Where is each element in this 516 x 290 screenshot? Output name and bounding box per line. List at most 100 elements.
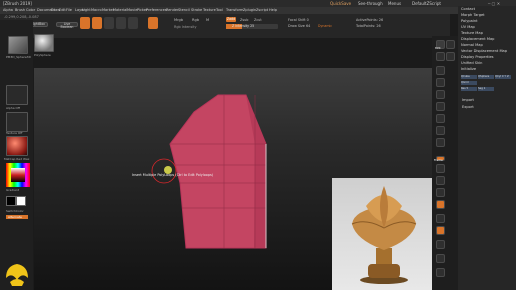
draw-button[interactable] <box>92 17 102 29</box>
subpalette-initialize[interactable]: Initialize <box>461 67 476 71</box>
menu-item-zplugin[interactable]: Zplugin <box>243 8 256 12</box>
quicksave-button[interactable]: QuickSave <box>330 1 351 6</box>
material-thumbnail[interactable] <box>6 136 28 156</box>
menu-item-tool[interactable]: Tool <box>216 8 223 12</box>
seg-slider[interactable]: Seg 1 <box>478 87 494 91</box>
tool-palette: Contact Morph Target Polypaint UV Map Textur… <box>458 6 516 290</box>
dynamic-toggle[interactable]: Dynamic <box>318 24 332 28</box>
floor-button[interactable] <box>436 138 445 147</box>
menu-item-movie[interactable]: Movie <box>127 8 137 12</box>
qcyl-button[interactable]: QCyl X Y Z <box>495 75 511 79</box>
polymesh-thumbnail[interactable] <box>8 36 28 54</box>
title-bar: [ZBrush 2019] QuickSave See-through Menu… <box>0 0 516 7</box>
mrgb-toggle[interactable]: Mrgb <box>174 18 183 22</box>
zcut-toggle[interactable]: Zcut <box>254 18 262 22</box>
polysphere-label: PolySphere <box>34 53 51 57</box>
seethrough-slider[interactable]: See-through <box>358 1 383 6</box>
menu-item-color[interactable]: Color <box>26 8 35 12</box>
menu-item-texture[interactable]: Texture <box>203 8 216 12</box>
rotate-dock-button[interactable] <box>436 188 445 197</box>
menu-item-transform[interactable]: Transform <box>226 8 243 12</box>
zadd-toggle[interactable]: Zadd <box>226 17 236 22</box>
qgrid-button[interactable]: QGrid <box>461 81 477 85</box>
rgb-toggle[interactable]: Rgb <box>192 18 199 22</box>
subpalette-displacement-map[interactable]: Displacement Map <box>461 37 494 41</box>
texture-thumbnail[interactable] <box>6 112 28 132</box>
subpalette-polypaint[interactable]: Polypaint <box>461 19 478 23</box>
m-toggle[interactable]: M <box>206 18 209 22</box>
reference-image-inset <box>332 178 432 290</box>
polyf-button[interactable] <box>436 200 445 209</box>
edit-button[interactable] <box>80 17 90 29</box>
subpalette-normal-map[interactable]: Normal Map <box>461 43 483 47</box>
move-dock-button[interactable] <box>436 164 445 173</box>
dock-icon-1[interactable] <box>446 40 455 49</box>
subpalette-display-properties[interactable]: Display Properties <box>461 55 494 59</box>
persp-button[interactable] <box>436 126 445 135</box>
zoom-button[interactable] <box>436 78 445 87</box>
menus-button[interactable]: Menus <box>388 1 401 6</box>
subpalette-texture-map[interactable]: Texture Map <box>461 31 483 35</box>
menu-bar: Alpha Brush Color Document Draw Edit File Layer… <box>0 7 516 14</box>
rotate-button[interactable] <box>128 17 138 29</box>
z-intensity-slider[interactable]: Z Intensity 25 <box>226 24 278 29</box>
dock-icon-2[interactable] <box>446 52 455 61</box>
scale-button[interactable] <box>116 17 126 29</box>
main-color-swatch[interactable] <box>6 196 16 206</box>
draw-size-slider[interactable]: Draw Size 64 <box>288 24 310 28</box>
alpha-label: Alpha Off <box>6 106 20 110</box>
transp-button[interactable] <box>436 214 445 223</box>
scroll-button[interactable] <box>436 66 445 75</box>
menu-item-render[interactable]: Render <box>166 8 178 12</box>
subpalette-vector-displacement-map[interactable]: Vector Displacement Map <box>461 49 507 53</box>
polysphere-thumbnail[interactable] <box>34 34 54 52</box>
menu-item-edit[interactable]: Edit <box>59 8 66 12</box>
res-slider[interactable]: Res 5 <box>461 87 477 91</box>
menu-item-zscript[interactable]: Zscript <box>256 8 268 12</box>
menu-item-stroke[interactable]: Stroke <box>191 8 202 12</box>
solo-button[interactable] <box>436 226 445 235</box>
xpose-button[interactable] <box>436 240 445 249</box>
rgb-intensity-slider[interactable]: Rgb Intensity <box>174 25 197 29</box>
brush-icon-button[interactable] <box>148 17 158 29</box>
subpalette-morph-target[interactable]: Morph Target <box>461 13 485 17</box>
initialize-buttons: QCube QSphere QCyl X Y Z QGrid Res 5 Seg… <box>461 75 513 95</box>
texture-label: Texture Off <box>6 131 23 135</box>
qcube-button[interactable]: QCube <box>461 75 477 79</box>
subpalette-uv-map[interactable]: UV Map <box>461 25 475 29</box>
subpalette-contact[interactable]: Contact <box>461 7 475 11</box>
menu-item-preferences[interactable]: Preferences <box>146 8 167 12</box>
move-button[interactable] <box>104 17 114 29</box>
menu-item-light[interactable]: Light <box>82 8 91 12</box>
actual-button[interactable] <box>436 90 445 99</box>
default-zscript-button[interactable]: DefaultZScript <box>412 1 441 6</box>
alpha-thumbnail[interactable] <box>6 85 28 105</box>
menu-item-brush[interactable]: Brush <box>15 8 25 12</box>
logo-icon <box>6 264 28 286</box>
alternate-button[interactable]: Alternate <box>6 215 28 219</box>
color-picker[interactable] <box>6 163 30 187</box>
menu-item-file[interactable]: File <box>66 8 72 12</box>
aahalf-button[interactable] <box>436 102 445 111</box>
export-button[interactable]: Export <box>462 105 474 109</box>
menu-item-help[interactable]: Help <box>269 8 277 12</box>
coordinates-readout: -0.299,0.208,-0.087 <box>4 15 39 19</box>
live-boolean-button[interactable]: Live Boolean <box>56 22 78 29</box>
import-button[interactable]: Import <box>462 98 474 102</box>
dynamic-button[interactable] <box>436 114 445 123</box>
brush-cursor <box>151 158 177 184</box>
subpalette-unified-skin[interactable]: Unified Skin <box>461 61 482 65</box>
switch-color-label[interactable]: SwitchColor <box>6 209 24 213</box>
spix-button[interactable] <box>436 52 445 61</box>
secondary-color-swatch[interactable] <box>16 196 26 206</box>
dock-icon-4[interactable] <box>436 268 445 277</box>
menu-item-macro[interactable]: Macro <box>91 8 102 12</box>
focal-shift-slider[interactable]: Focal Shift 0 <box>288 18 309 22</box>
menu-item-stencil[interactable]: Stencil <box>178 8 190 12</box>
scale-dock-button[interactable] <box>436 176 445 185</box>
dock-icon-3[interactable] <box>436 254 445 263</box>
qsphere-button[interactable]: QSphere <box>478 75 494 79</box>
zsub-toggle[interactable]: Zsub <box>240 18 248 22</box>
menu-item-material[interactable]: Material <box>113 8 127 12</box>
menu-item-alpha[interactable]: Alpha <box>3 8 13 12</box>
